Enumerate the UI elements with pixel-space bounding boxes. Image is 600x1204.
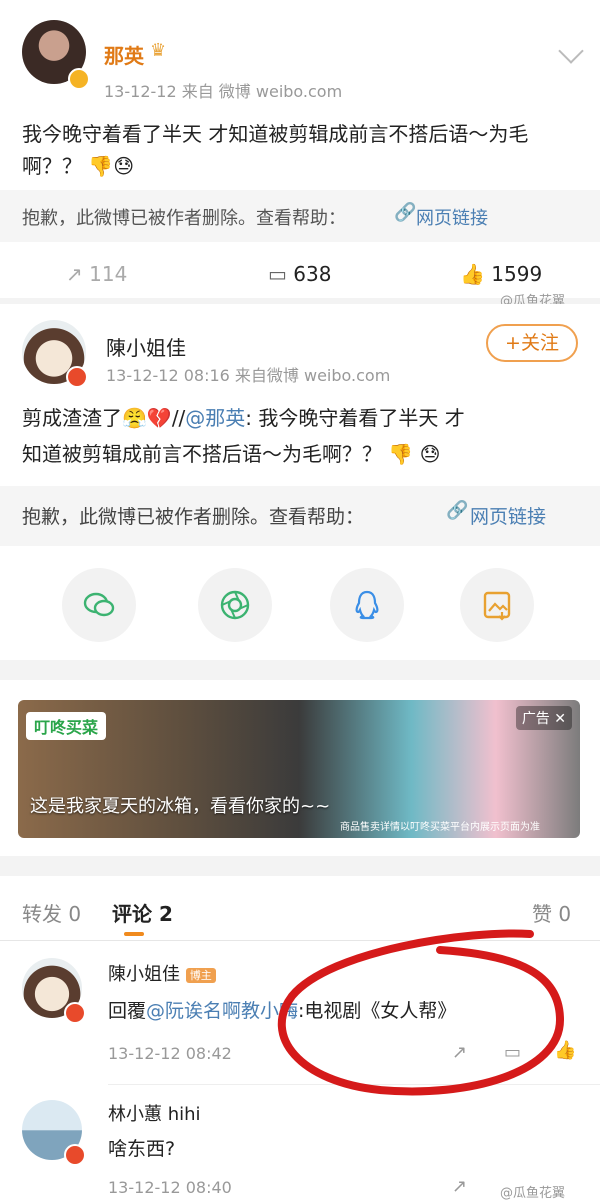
sweat-emoji-icon: 😓: [113, 154, 135, 178]
broken-heart-icon: 💔: [146, 406, 172, 430]
tab-comments[interactable]: 评论 2: [112, 898, 173, 927]
repost-separator: //: [171, 406, 186, 430]
shy-emoji-icon: 😤: [122, 406, 147, 430]
mention-link[interactable]: @阮诶名啊教小嗨: [146, 1000, 298, 1022]
post-text-prefix: 剪成渣渣了: [22, 406, 122, 430]
repost-icon: ↗: [66, 262, 83, 286]
link-icon: 🔗: [446, 500, 469, 521]
post-card-2: 陳小姐佳 13-12-12 08:16 来自微博 weibo.com +关注 剪…: [0, 304, 600, 660]
comment-count: 638: [293, 262, 332, 286]
crown-icon: ♛: [150, 40, 167, 61]
post-meta: 13-12-12 来自 微博 weibo.com: [104, 82, 343, 101]
reply-prefix: 回覆: [108, 1000, 147, 1022]
post-text-line-1: 我今晚守着看了半天 才知道被剪辑成前言不搭后语～为毛: [22, 122, 529, 146]
ad-badge: 广告 ✕: [515, 706, 572, 730]
mention-link[interactable]: @那英: [185, 406, 245, 430]
post-text: 我今晚守着看了半天 才知道被剪辑成前言不搭后语～为毛 啊？？ 👎😓: [22, 118, 582, 182]
comment-time: 13-12-12 08:40: [108, 1178, 232, 1197]
repost-action[interactable]: ↗ 114: [66, 262, 127, 286]
comment-author: 陳小姐佳 博主: [108, 960, 216, 986]
post-author[interactable]: 陳小姐佳: [106, 332, 186, 361]
ad-card: 叮咚买菜 广告 ✕ 这是我家夏天的冰箱，看看你家的~~ 商品售卖详情以叮咚买菜平…: [0, 680, 600, 856]
tab-likes[interactable]: 赞 0: [532, 898, 571, 927]
post-card-1: 那英 ♛ 13-12-12 来自 微博 weibo.com 我今晚守着看了半天 …: [0, 0, 600, 309]
link-icon: 🔗: [394, 202, 417, 223]
ad-fine-print: 商品售卖详情以叮咚买菜平台内展示页面为准: [340, 822, 540, 833]
post-author[interactable]: 那英: [104, 40, 144, 69]
comment-body: :电视剧《女人帮》: [298, 1000, 457, 1022]
follow-button[interactable]: +关注: [486, 324, 578, 362]
verified-badge-icon: [64, 1002, 86, 1024]
watermark: @瓜鱼花翼: [500, 1186, 566, 1201]
comment-author-name[interactable]: 陳小姐佳: [108, 964, 180, 985]
comment-action[interactable]: ▭ 638: [268, 262, 331, 286]
comment-body: 啥东西?: [108, 1138, 176, 1160]
comment-item: 陳小姐佳 博主 回覆@阮诶名啊教小嗨:电视剧《女人帮》 13-12-12 08:…: [0, 940, 600, 1080]
comment-repost-icon[interactable]: ↗: [452, 1176, 467, 1197]
comment-text: 回覆@阮诶名啊教小嗨:电视剧《女人帮》: [108, 996, 456, 1023]
chevron-down-icon[interactable]: [558, 38, 584, 64]
ad-caption: 这是我家夏天的冰箱，看看你家的~~: [30, 796, 331, 817]
tab-repost[interactable]: 转发 0: [22, 898, 81, 927]
qq-icon[interactable]: [330, 568, 404, 642]
verified-badge-icon: [66, 366, 88, 388]
like-count: 1599: [491, 262, 543, 286]
post-text-line-2: 知道被剪辑成前言不搭后语～为毛啊？？: [22, 442, 382, 466]
sweat-emoji-icon: 😓: [419, 442, 441, 466]
comment-time: 13-12-12 08:42: [108, 1044, 232, 1063]
comment-repost-icon[interactable]: ↗: [452, 1042, 467, 1063]
ad-banner[interactable]: 叮咚买菜 广告 ✕ 这是我家夏天的冰箱，看看你家的~~ 商品售卖详情以叮咚买菜平…: [18, 700, 580, 838]
web-link[interactable]: 网页链接: [470, 502, 546, 529]
deleted-notice: 抱歉，此微博已被作者删除。查看帮助：: [22, 208, 346, 229]
comment-reply-icon[interactable]: ▭: [504, 1042, 521, 1063]
deleted-notice-bar: 抱歉，此微博已被作者删除。查看帮助： 🔗 网页链接: [0, 486, 600, 546]
verified-badge-icon: [68, 68, 90, 90]
deleted-notice: 抱歉，此微博已被作者删除。查看帮助：: [22, 506, 365, 528]
blogger-badge: 博主: [185, 968, 216, 983]
comment-item: 林小蕙 hihi 啥东西? 13-12-12 08:40 ↗ @瓜鱼花翼: [0, 1084, 600, 1204]
verified-badge-icon: [64, 1144, 86, 1166]
ad-brand: 叮咚买菜: [34, 718, 99, 737]
ad-close-icon[interactable]: ✕: [554, 711, 566, 727]
wechat-icon[interactable]: [62, 568, 136, 642]
post-meta: 13-12-12 08:16 来自微博 weibo.com: [106, 366, 391, 385]
comments-card: 转发 0 评论 2 赞 0 陳小姐佳 博主 回覆@阮诶名啊教小嗨:电视剧《女人帮…: [0, 876, 600, 1204]
post-text-line-2: 啊？？: [22, 154, 82, 178]
comment-icon: ▭: [268, 262, 287, 286]
post-text-rest: : 我今晚守着看了半天 才: [245, 406, 465, 430]
ad-brand-logo: 叮咚买菜: [26, 712, 107, 740]
thumbs-down-emoji-icon: 👎: [388, 442, 414, 466]
post-text: 剪成渣渣了😤💔//@那英: 我今晚守着看了半天 才 知道被剪辑成前言不搭后语～为…: [22, 400, 582, 472]
comment-like-icon[interactable]: 👍: [554, 1040, 576, 1061]
thumbs-up-icon: 👍: [460, 262, 485, 286]
save-image-icon[interactable]: [460, 568, 534, 642]
tab-active-indicator: [124, 932, 144, 936]
web-link[interactable]: 网页链接: [416, 204, 488, 230]
moments-icon[interactable]: [198, 568, 272, 642]
like-action[interactable]: 👍 1599: [460, 262, 542, 286]
deleted-notice-bar: 抱歉，此微博已被作者删除。查看帮助： 🔗 网页链接: [0, 190, 600, 242]
repost-count: 114: [89, 262, 128, 286]
comment-author-name[interactable]: 林小蕙 hihi: [108, 1100, 201, 1126]
thumbs-down-emoji-icon: 👎: [88, 154, 114, 178]
